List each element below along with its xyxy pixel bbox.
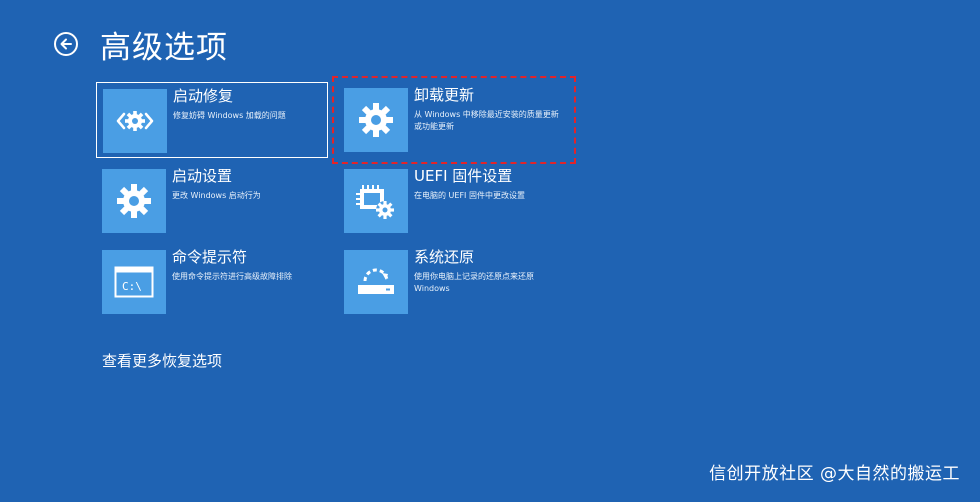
gear-icon [359, 103, 393, 137]
back-button[interactable] [54, 32, 78, 56]
tile-icon-box [344, 250, 408, 314]
tile-title: 启动修复 [173, 87, 234, 105]
tile-description: 使用命令提示符进行高级故障排除 [172, 272, 292, 281]
tile-description: 修复妨碍 Windows 加载的问题 [173, 111, 286, 120]
gear-icon [117, 184, 151, 218]
tile-description: 使用你电脑上记录的还原点来还原 Windows [414, 272, 534, 293]
tile-title: UEFI 固件设置 [414, 167, 513, 185]
tile-icon-box [344, 88, 408, 152]
header: 高级选项 [54, 22, 228, 66]
tile-description: 从 Windows 中移除最近安装的质量更新或功能更新 [414, 110, 559, 131]
tile-text: UEFI 固件设置 在电脑的 UEFI 固件中更改设置 [414, 166, 564, 202]
system-restore-icon [358, 268, 394, 294]
command-prompt-icon: C:\ [114, 266, 154, 298]
tile-text: 启动设置 更改 Windows 启动行为 [172, 166, 322, 202]
tile-title: 系统还原 [414, 248, 475, 266]
tile-text: 命令提示符 使用命令提示符进行高级故障排除 [172, 247, 322, 283]
tile-text: 卸载更新 从 Windows 中移除最近安装的质量更新或功能更新 [414, 85, 564, 133]
tile-icon-box: C:\ [102, 250, 166, 314]
tile-title: 卸载更新 [414, 86, 475, 104]
back-arrow-icon [60, 38, 72, 50]
page-title: 高级选项 [100, 29, 228, 66]
watermark: 信创开放社区 @大自然的搬运工 [709, 464, 960, 484]
tile-uefi-firmware-settings[interactable]: UEFI 固件设置 在电脑的 UEFI 固件中更改设置 [338, 163, 570, 239]
tile-text: 启动修复 修复妨碍 Windows 加载的问题 [173, 86, 323, 122]
tile-icon-box [102, 169, 166, 233]
startup-repair-icon [116, 111, 154, 131]
tile-startup-settings[interactable]: 启动设置 更改 Windows 启动行为 [96, 163, 328, 239]
tile-uninstall-updates[interactable]: 卸载更新 从 Windows 中移除最近安装的质量更新或功能更新 [332, 76, 576, 164]
more-recovery-options-link[interactable]: 查看更多恢复选项 [102, 350, 222, 371]
tile-title: 启动设置 [172, 167, 233, 185]
prompt-text: C:\ [122, 280, 142, 293]
tile-title: 命令提示符 [172, 248, 248, 266]
tile-system-restore[interactable]: 系统还原 使用你电脑上记录的还原点来还原 Windows [338, 244, 570, 320]
tile-description: 在电脑的 UEFI 固件中更改设置 [414, 191, 525, 200]
tile-command-prompt[interactable]: C:\ 命令提示符 使用命令提示符进行高级故障排除 [96, 244, 328, 320]
tile-icon-box [103, 89, 167, 153]
tile-description: 更改 Windows 启动行为 [172, 191, 261, 200]
tile-icon-box [344, 169, 408, 233]
tile-startup-repair[interactable]: 启动修复 修复妨碍 Windows 加载的问题 [96, 82, 328, 158]
firmware-icon [356, 185, 394, 219]
tile-text: 系统还原 使用你电脑上记录的还原点来还原 Windows [414, 247, 564, 295]
